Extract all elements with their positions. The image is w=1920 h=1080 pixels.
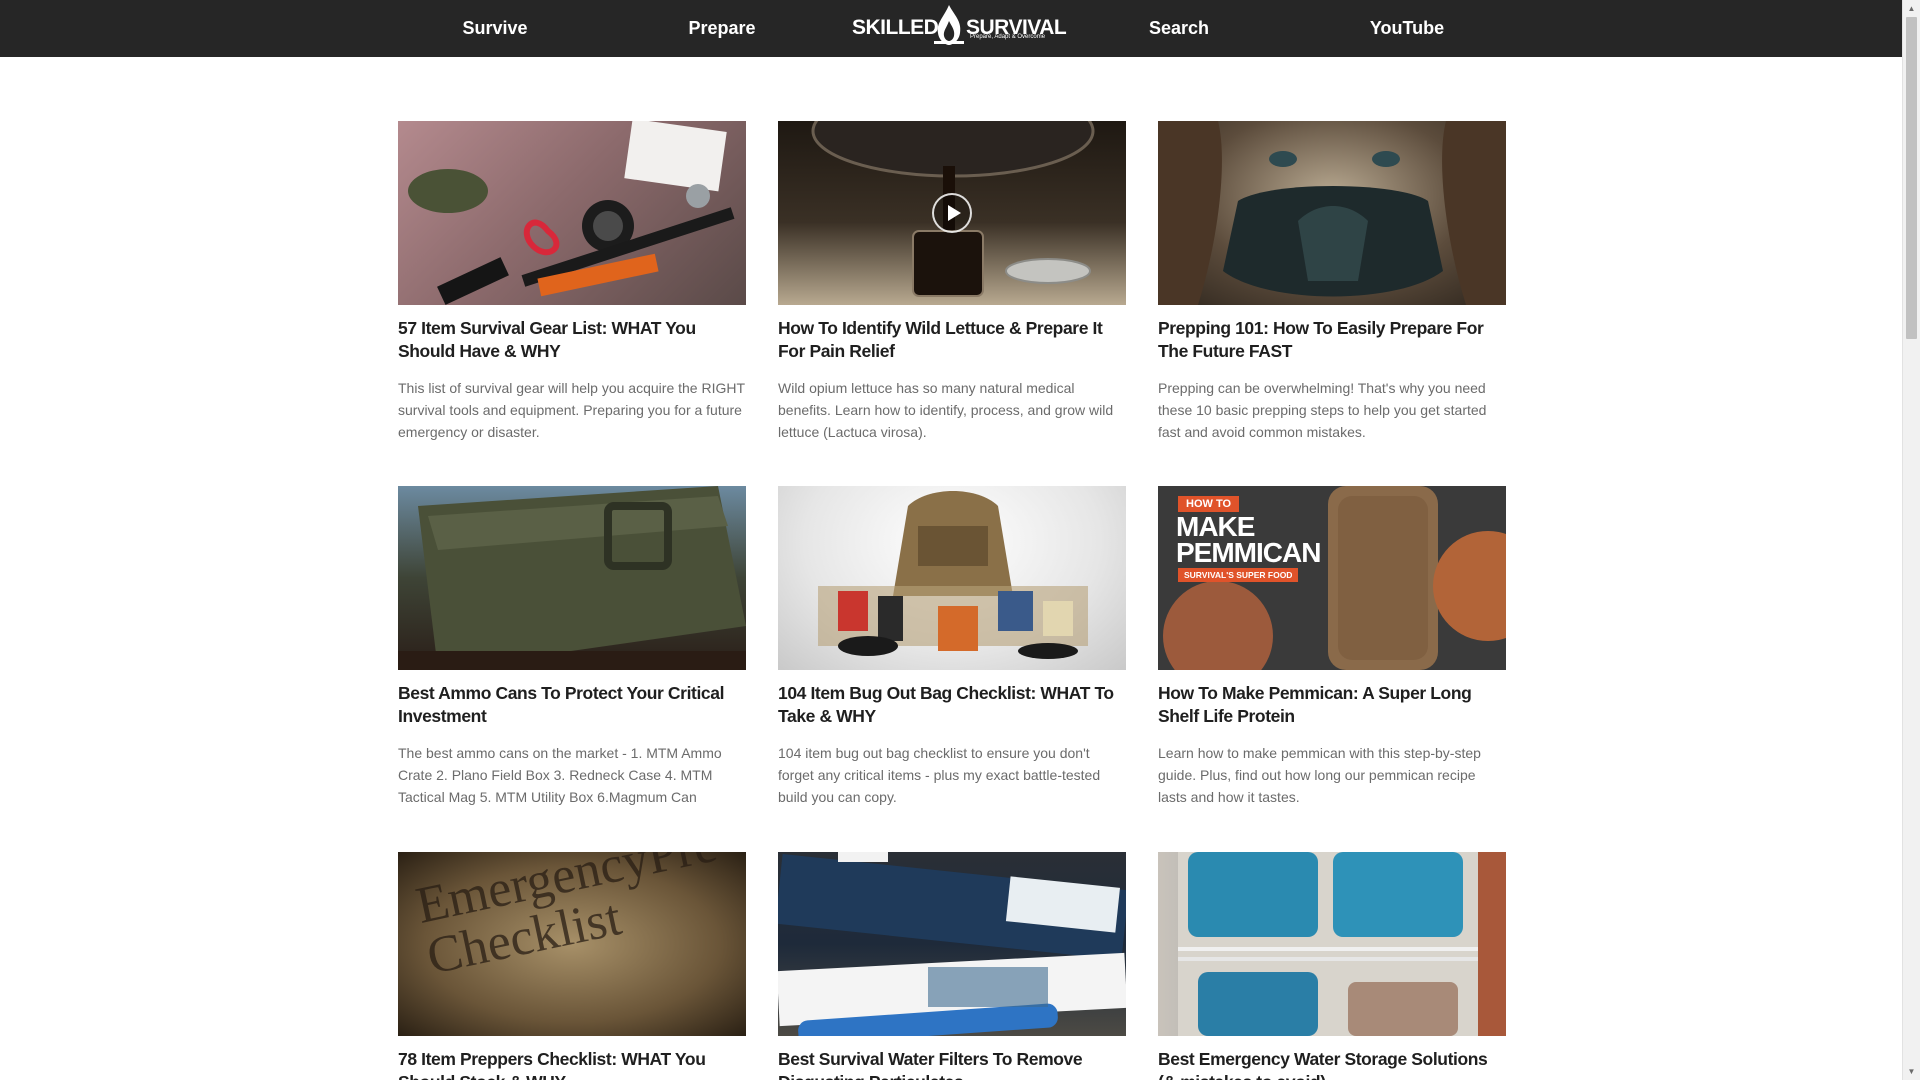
howto-badge: HOW TO [1178, 496, 1240, 512]
article-description: Wild opium lettuce has so many natural m… [778, 380, 1114, 440]
article-thumbnail[interactable] [778, 852, 1126, 1036]
article-card: How To Identify Wild Lettuce & Prepare I… [778, 121, 1126, 443]
article-title[interactable]: How To Identify Wild Lettuce & Prepare I… [778, 317, 1126, 363]
nav-link-survive[interactable]: Survive [415, 0, 575, 57]
thumbnail-checklist-text: EmergencyPre Checklist [411, 852, 732, 986]
bug-out-bag-photo-icon [818, 491, 1088, 659]
article-description: Learn how to make pemmican with this ste… [1158, 745, 1481, 805]
article-title[interactable]: 78 Item Preppers Checklist: WHAT You Sho… [398, 1048, 746, 1080]
article-thumbnail[interactable] [1158, 121, 1506, 305]
gear-photo-icon [408, 121, 735, 305]
article-thumbnail[interactable] [398, 486, 746, 670]
article-card: EmergencyPre Checklist 78 Item Preppers … [398, 852, 746, 1080]
article-thumbnail[interactable]: EmergencyPre Checklist [398, 852, 746, 1036]
article-thumbnail[interactable] [1158, 852, 1506, 1036]
article-description: Prepping can be overwhelming! That's why… [1158, 380, 1487, 440]
play-icon[interactable] [932, 193, 972, 233]
article-card: Prepping 101: How To Easily Prepare For … [1158, 121, 1506, 443]
article-description: This list of survival gear will help you… [398, 380, 745, 440]
thumbnail-pemmican: PEMMICAN [1176, 537, 1321, 568]
article-card: Best Ammo Cans To Protect Your Critical … [398, 486, 746, 808]
article-card: Best Emergency Water Storage Solutions (… [1158, 852, 1506, 1080]
water-filter-photo-icon [778, 852, 1126, 1036]
top-nav: Survive Prepare SKILLED SURVIVAL Prepare… [0, 0, 1902, 57]
flame-icon [934, 5, 964, 45]
article-title[interactable]: Best Ammo Cans To Protect Your Critical … [398, 682, 746, 728]
article-title[interactable]: 57 Item Survival Gear List: WHAT You Sho… [398, 317, 746, 363]
logo-text-left: SKILLED [852, 16, 939, 39]
article-card: 57 Item Survival Gear List: WHAT You Sho… [398, 121, 746, 443]
article-card: 104 Item Bug Out Bag Checklist: WHAT To … [778, 486, 1126, 808]
page-scrollbar[interactable]: ▲ ▼ [1902, 0, 1920, 1080]
article-thumbnail[interactable] [778, 121, 1126, 305]
article-title[interactable]: Prepping 101: How To Easily Prepare For … [1158, 317, 1506, 363]
scroll-thumb[interactable] [1906, 17, 1917, 339]
article-card: Best Survival Water Filters To Remove Di… [778, 852, 1126, 1080]
thumbnail-headline: MAKE PEMMICAN [1176, 513, 1321, 568]
site-logo[interactable]: SKILLED SURVIVAL Prepare, Adapt & Overco… [852, 3, 1067, 49]
article-title[interactable]: 104 Item Bug Out Bag Checklist: WHAT To … [778, 682, 1126, 728]
nav-link-prepare[interactable]: Prepare [642, 0, 802, 57]
article-card: HOW TO MAKE PEMMICAN SURVIVAL'S SUPER FO… [1158, 486, 1506, 808]
article-title[interactable]: Best Emergency Water Storage Solutions (… [1158, 1048, 1506, 1080]
nav-link-youtube[interactable]: YouTube [1327, 0, 1487, 57]
article-title[interactable]: Best Survival Water Filters To Remove Di… [778, 1048, 1126, 1080]
super-food-badge: SURVIVAL'S SUPER FOOD [1178, 568, 1299, 582]
ammo-can-photo-icon [398, 486, 746, 670]
logo-tagline: Prepare, Adapt & Overcome [970, 34, 1046, 40]
scroll-down-arrow-icon[interactable]: ▼ [1903, 1063, 1920, 1080]
scroll-up-arrow-icon[interactable]: ▲ [1903, 0, 1920, 17]
water-storage-photo-icon [1178, 852, 1506, 1036]
article-description: The best ammo cans on the market - 1. MT… [398, 745, 722, 805]
article-thumbnail[interactable] [398, 121, 746, 305]
article-thumbnail[interactable]: HOW TO MAKE PEMMICAN SURVIVAL'S SUPER FO… [1158, 486, 1506, 670]
nav-link-search[interactable]: Search [1099, 0, 1259, 57]
article-title[interactable]: How To Make Pemmican: A Super Long Shelf… [1158, 682, 1506, 728]
article-thumbnail[interactable] [778, 486, 1126, 670]
article-description: 104 item bug out bag checklist to ensure… [778, 745, 1101, 805]
gas-mask-photo-icon [1158, 121, 1506, 305]
